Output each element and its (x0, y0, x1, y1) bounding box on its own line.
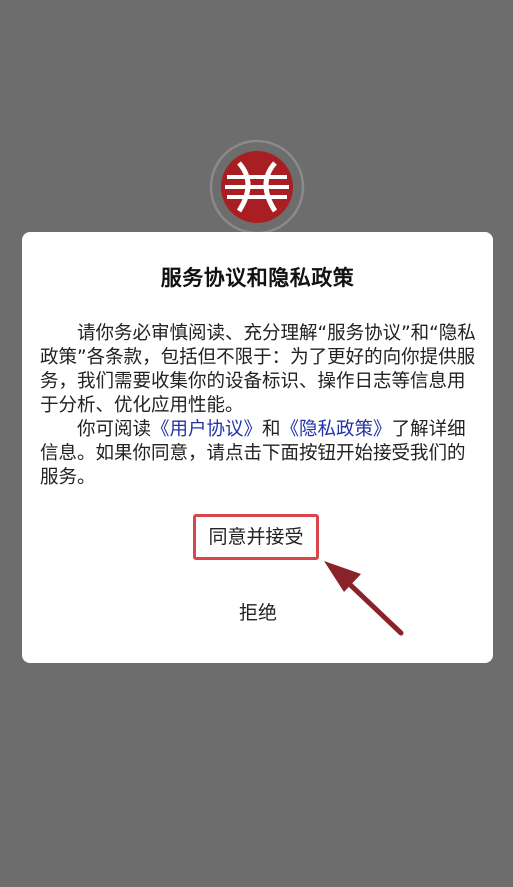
paragraph-2-and: 和 (262, 419, 281, 440)
privacy-policy-link[interactable]: 《隐私政策》 (281, 419, 392, 440)
user-agreement-link[interactable]: 《用户协议》 (151, 419, 262, 440)
paragraph-2-prefix: 你可阅读 (77, 419, 152, 440)
body-paragraph-2: 你可阅读《用户协议》和《隐私政策》了解详细信息。如果你同意，请点击下面按钮开始接… (40, 418, 480, 490)
agree-button[interactable]: 同意并接受 (193, 514, 319, 560)
reject-button[interactable]: 拒绝 (218, 595, 298, 631)
privacy-dialog: 服务协议和隐私政策 请你务必审慎阅读、充分理解“服务协议”和“隐私政策”各条款，… (22, 232, 493, 663)
dialog-body: 请你务必审慎阅读、充分理解“服务协议”和“隐私政策”各条款，包括但不限于：为了更… (40, 322, 480, 490)
body-paragraph-1: 请你务必审慎阅读、充分理解“服务协议”和“隐私政策”各条款，包括但不限于：为了更… (40, 323, 476, 416)
app-logo-icon (209, 139, 305, 235)
dialog-title: 服务协议和隐私政策 (160, 266, 355, 290)
